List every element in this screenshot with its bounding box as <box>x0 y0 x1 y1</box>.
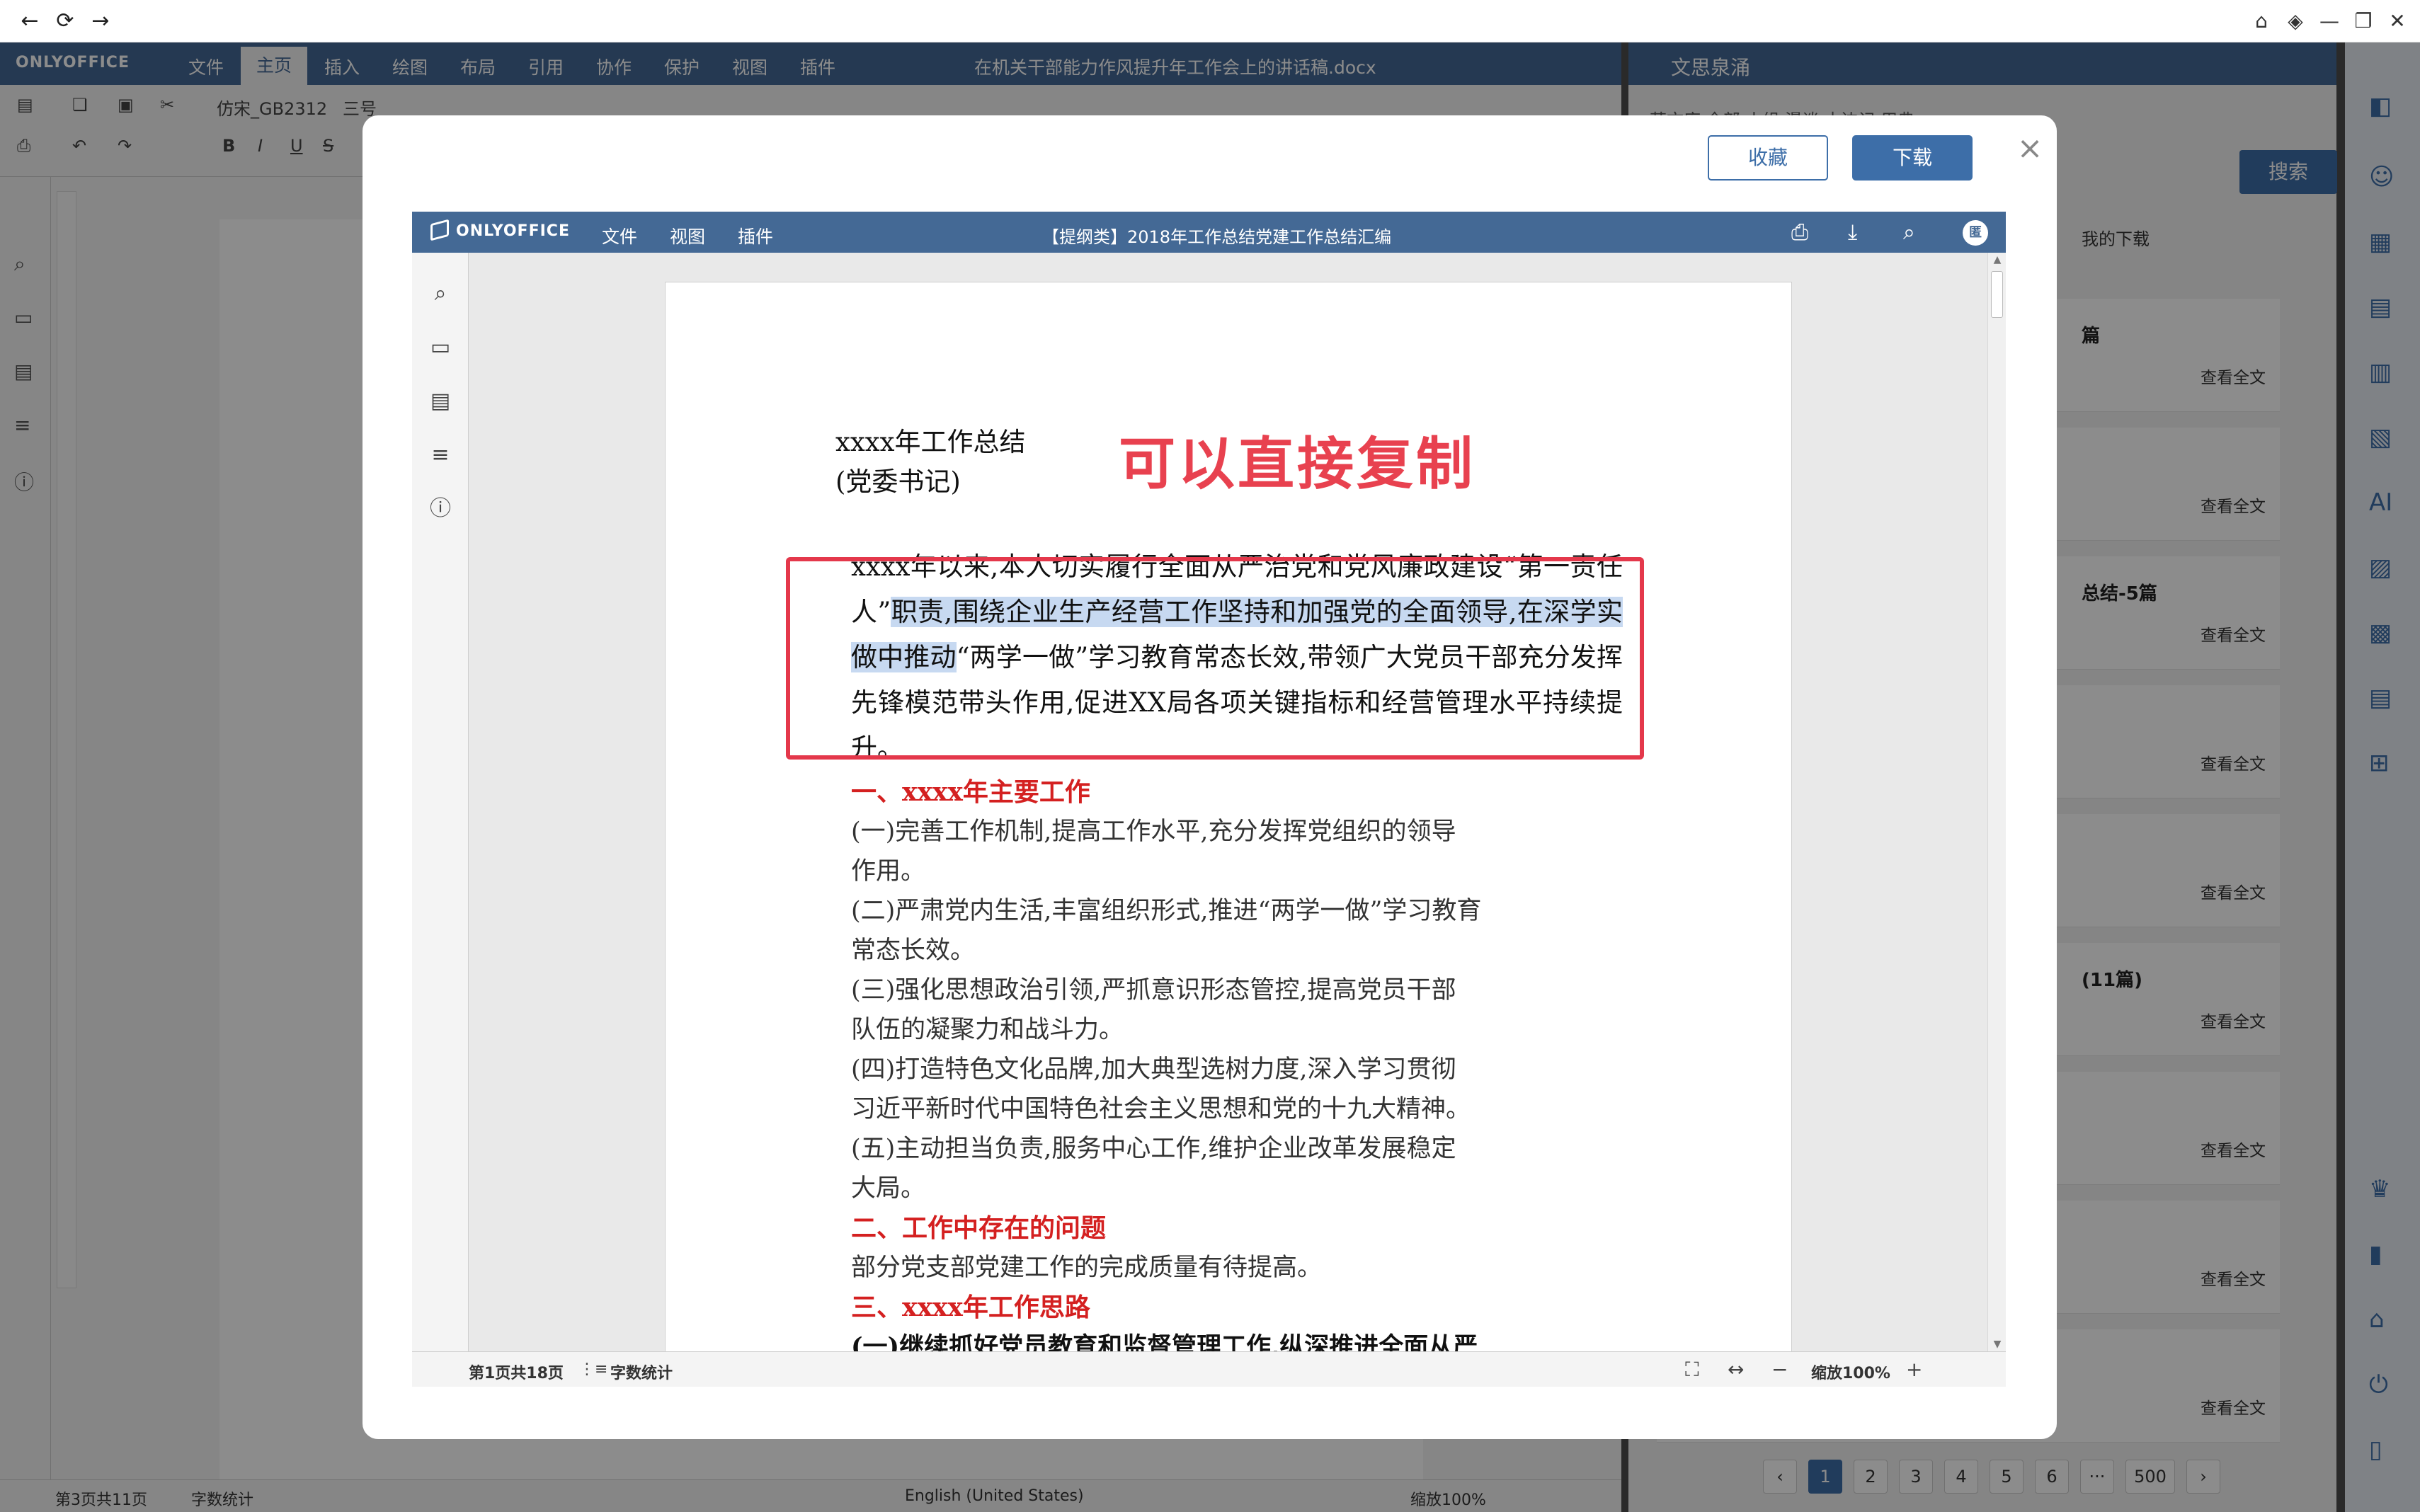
menu-plugins[interactable]: 插件 <box>738 223 773 248</box>
scroll-thumb[interactable] <box>1991 271 2003 318</box>
vertical-scrollbar[interactable]: ▲ ▼ <box>1987 253 2006 1351</box>
doc-line: (五)主动担当负责,服务中心工作,维护企业改革发展稳定 <box>851 1135 1456 1163</box>
wordcount-icon[interactable]: ⋮≡ <box>579 1361 607 1378</box>
document-canvas[interactable]: xxxx年工作总结 (党委书记) 可以直接复制 xxxx年以来,本人切实履行全面… <box>469 253 2006 1351</box>
forward-arrow-icon[interactable]: → <box>86 7 115 35</box>
status-wordcount[interactable]: 字数统计 <box>610 1361 673 1383</box>
viewer-left-sidebar: ⌕ ▭ ▤ ≡ ⓘ <box>412 253 469 1351</box>
doc-title: xxxx年工作总结 <box>835 427 1026 457</box>
doc-line: 部分党支部党建工作的完成质量有待提高。 <box>851 1254 1323 1282</box>
viewer-statusbar: 第1页共18页 ⋮≡ 字数统计 ⛶ ↔ − 缩放100% + <box>412 1351 2006 1387</box>
doc-subtitle: (党委书记) <box>835 466 961 497</box>
find-icon[interactable]: ⌕ <box>428 281 453 307</box>
zoom-in-icon[interactable]: + <box>1906 1358 1922 1381</box>
zoom-out-icon[interactable]: − <box>1771 1358 1788 1381</box>
download-icon[interactable]: ⤓ <box>1848 220 1857 245</box>
menu-file[interactable]: 文件 <box>602 223 637 248</box>
document-page[interactable]: xxxx年工作总结 (党委书记) 可以直接复制 xxxx年以来,本人切实履行全面… <box>666 282 1791 1351</box>
doc-heading: 三、xxxx年工作思路 <box>851 1293 1090 1322</box>
scroll-down-icon[interactable]: ▼ <box>1990 1339 2005 1350</box>
doc-body: 一、xxxx年主要工作 (一)完善工作机制,提高工作水平,充分发挥党组织的领导 作用… <box>851 772 1623 1351</box>
preview-modal: 收藏 下载 × ONLYOFFICE 文件 视图 插件 【提纲类】2018年工作… <box>363 115 2057 1439</box>
doc-heading: 二、工作中存在的问题 <box>851 1213 1107 1243</box>
doc-line: 作用。 <box>851 857 926 886</box>
doc-line: (一)完善工作机制,提高工作水平,充分发挥党组织的领导 <box>851 818 1456 846</box>
copy-annotation-banner: 可以直接复制 <box>1119 431 1476 497</box>
viewer-doc-title: 【提纲类】2018年工作总结党建工作总结汇编 <box>1042 227 1392 247</box>
doc-line: (四)打造特色文化品牌,加大典型选树力度,深入学习贯彻 <box>851 1055 1456 1084</box>
highlight-frame <box>786 557 1644 760</box>
download-button[interactable]: 下载 <box>1852 135 1973 181</box>
pin-icon[interactable]: ◈ <box>2280 7 2311 35</box>
minimize-icon[interactable]: — <box>2314 7 2345 35</box>
avatar[interactable]: 匿 <box>1963 220 1988 246</box>
doc-line: 队伍的凝聚力和战斗力。 <box>851 1016 1124 1044</box>
document-viewer: ONLYOFFICE 文件 视图 插件 【提纲类】2018年工作总结党建工作总结… <box>412 212 2006 1387</box>
doc-line: 大局。 <box>851 1174 926 1203</box>
doc-heading: 一、xxxx年主要工作 <box>851 777 1090 807</box>
comment-icon[interactable]: ▭ <box>428 335 453 360</box>
search-icon[interactable]: ⌕ <box>1903 220 1915 245</box>
onlyoffice-logo-icon <box>430 219 449 241</box>
doc-line: 习近平新时代中国特色社会主义思想和党的十九大精神。 <box>851 1095 1471 1123</box>
fit-page-icon[interactable]: ⛶ <box>1685 1358 1699 1382</box>
doc-line: (一)继续抓好党员教育和监督管理工作,纵深推进全面从严 <box>851 1332 1478 1351</box>
close-icon[interactable]: × <box>2012 131 2048 166</box>
menu-view[interactable]: 视图 <box>670 223 705 248</box>
scroll-up-icon[interactable]: ▲ <box>1990 254 2005 265</box>
browser-titlebar: ← ⟳ → ⌂ ◈ — ❐ ✕ <box>0 0 2420 42</box>
status-zoom: 缩放100% <box>1811 1365 1890 1382</box>
viewer-header: ONLYOFFICE 文件 视图 插件 【提纲类】2018年工作总结党建工作总结… <box>412 212 2006 253</box>
status-page-info: 第1页共18页 <box>469 1365 564 1382</box>
onlyoffice-logo: ONLYOFFICE <box>430 219 570 241</box>
doc-line: (二)严肃党内生活,丰富组织形式,推进“两学一做”学习教育 <box>851 897 1482 925</box>
chat-icon[interactable]: ▤ <box>428 389 453 414</box>
info-icon[interactable]: ⓘ <box>428 496 453 522</box>
reload-icon[interactable]: ⟳ <box>51 7 79 35</box>
restore-icon[interactable]: ❐ <box>2348 7 2379 35</box>
back-arrow-icon[interactable]: ← <box>16 7 44 35</box>
doc-line: (三)强化思想政治引领,严抓意识形态管控,提高党员干部 <box>851 976 1456 1004</box>
window-close-icon[interactable]: ✕ <box>2382 7 2413 35</box>
home-icon[interactable]: ⌂ <box>2246 7 2277 35</box>
fit-width-icon[interactable]: ↔ <box>1728 1358 1744 1381</box>
print-icon[interactable]: ⎙ <box>1791 220 1808 245</box>
doc-line: 常态长效。 <box>851 937 976 965</box>
navigation-icon[interactable]: ≡ <box>428 442 453 468</box>
favorite-button[interactable]: 收藏 <box>1708 135 1828 181</box>
